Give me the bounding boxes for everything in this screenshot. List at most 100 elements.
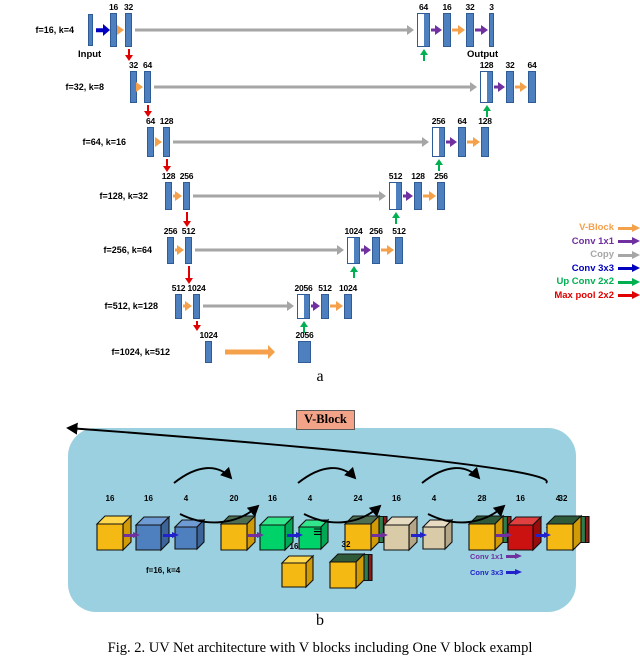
upconv-arrow-0 [419,49,429,61]
conv1x1-arrow-output [475,25,488,35]
arrow-head [473,137,480,147]
decoder-bar-r4-1 [372,236,380,264]
vblock-arrow-enc-1 [136,82,143,92]
concat-copy-bar-r5-0 [297,293,310,319]
arrow-shaft [437,164,440,171]
arrow-shaft [195,248,338,252]
legend-label-3: Conv 3x3 [571,262,614,274]
input-bar [88,14,93,46]
arrow-head [482,105,491,111]
figure-caption: Fig. 2. UV Net architecture with V block… [107,640,533,656]
legend-arrow-0 [618,223,640,232]
encoder-label-l1-1: 64 [142,60,153,70]
vblock-conv-arrow-5 [411,532,427,539]
vblock-inset-label-1: 32 [341,540,351,549]
arrow-head [419,49,428,55]
arrow-head [117,25,124,35]
arrow-shaft [173,140,423,144]
encoder-label-l6-0: 1024 [199,330,218,340]
arrow-head [136,82,143,92]
decoder-bar-r3-2 [437,182,445,210]
arrow-shaft [287,534,296,537]
arrow-head [177,245,184,255]
vblock-conv-arrow-0 [124,532,140,539]
vblock-arrow-enc-0 [117,25,124,35]
concat-copy-bar-r4-0 [347,236,360,264]
legend-arrow-shaft-5 [618,294,632,298]
vblock-legend-arrow-1 [506,569,523,576]
conv1x1-arrow-4 [361,245,371,255]
arrow-shaft [506,555,516,558]
vblock-arrow-dec-1 [515,82,527,92]
row-label-1: f=32, k=8 [65,82,104,92]
copy-arrow-1 [154,82,477,92]
row-label-2: f=64, k=16 [82,137,126,147]
vblock-cube-8 [421,518,454,551]
vblock-legend-label-0: Conv 1x1 [470,552,504,561]
vblock-cube-12 [545,514,590,552]
vblock-arrow-dec-0 [452,25,465,35]
vblock-inset-cube-1 [328,552,373,590]
vblock-cube-label-0: 16 [105,494,115,503]
copy-arrow-0 [135,25,414,35]
row-label-6: f=1024, k=512 [111,347,170,357]
copy-bar-concat-strip [439,128,444,156]
encoder-label-l2-1: 128 [159,116,174,126]
legend-arrow-2 [618,250,640,259]
legend-arrow-head-1 [632,237,640,246]
decoder-label-r2-2: 128 [478,116,492,126]
copy-bar-concat-strip [424,14,429,46]
decoder-label-r3-2: 256 [434,171,448,181]
vblock-conv-arrow-4 [372,532,388,539]
vblock-equivalence-symbol: ≡ [313,524,323,541]
arrow-shaft [352,270,355,278]
vblock-legend-row-0: Conv 1x1 [470,552,523,561]
encoder-bar-l2-0 [147,127,154,157]
arrow-head [133,532,140,538]
row-label-3: f=128, k=32 [99,191,148,201]
arrow-head [435,25,442,35]
row-label-4: f=256, k=64 [103,245,152,255]
legend-label-4: Up Conv 2x2 [556,276,614,288]
legend-arrow-4 [618,277,640,286]
arrow-head [185,301,192,311]
legend-arrow-3 [618,264,640,273]
legend-label-2: Copy [590,249,614,261]
row-label-0: f=16, k=4 [35,25,74,35]
encoder-bar-l5-1 [193,293,200,319]
legend-row-1: Conv 1x1 [494,235,640,249]
legend-row-3: Conv 3x3 [494,262,640,276]
arrow-head [257,532,264,538]
encoder-bar-l4-0 [167,236,174,264]
vblock-container: 16 16 4 20 16 4 24 16 4 28 16 4 32 ≡ f=16, k=4 16 32 Conv… [66,422,590,612]
decoder-bar-r4-2 [395,236,403,264]
vblock-conv-arrow-3 [287,532,303,539]
vblock-cube-2 [173,518,206,551]
decoder-bar-r0-2 [466,13,474,47]
arrow-head [406,191,413,201]
encoder-label-l4-1: 512 [181,225,196,236]
arrow-shaft [394,217,397,224]
legend-row-4: Up Conv 2x2 [494,275,640,289]
copy-arrow-3 [193,191,386,201]
vblock-arrow-enc-2 [155,137,162,147]
decoder-bar-r1-2 [528,71,536,103]
decoder-bar-r3-1 [414,182,422,210]
arrow-shaft [496,534,505,537]
arrow-head [520,82,527,92]
legend-arrow-head-4 [632,277,640,286]
decoder-bar-r2-1 [458,127,466,157]
arrow-head [364,245,371,255]
encoder-bar-l6-0 [205,341,212,363]
arrow-shaft [163,534,172,537]
conv1x1-arrow-0 [431,25,442,35]
legend-row-5: Max pool 2x2 [494,289,640,303]
copy-bar-concat-strip [304,294,309,318]
copy-bar-concat-strip [396,183,401,209]
vblock-title-box: V-Block [296,410,355,430]
arrow-head [155,137,162,147]
arrow-head [103,24,110,36]
vblock-arrow-enc-4 [175,245,184,255]
arrow-shaft [154,85,471,89]
decoder-bar-r6-0 [298,341,311,363]
